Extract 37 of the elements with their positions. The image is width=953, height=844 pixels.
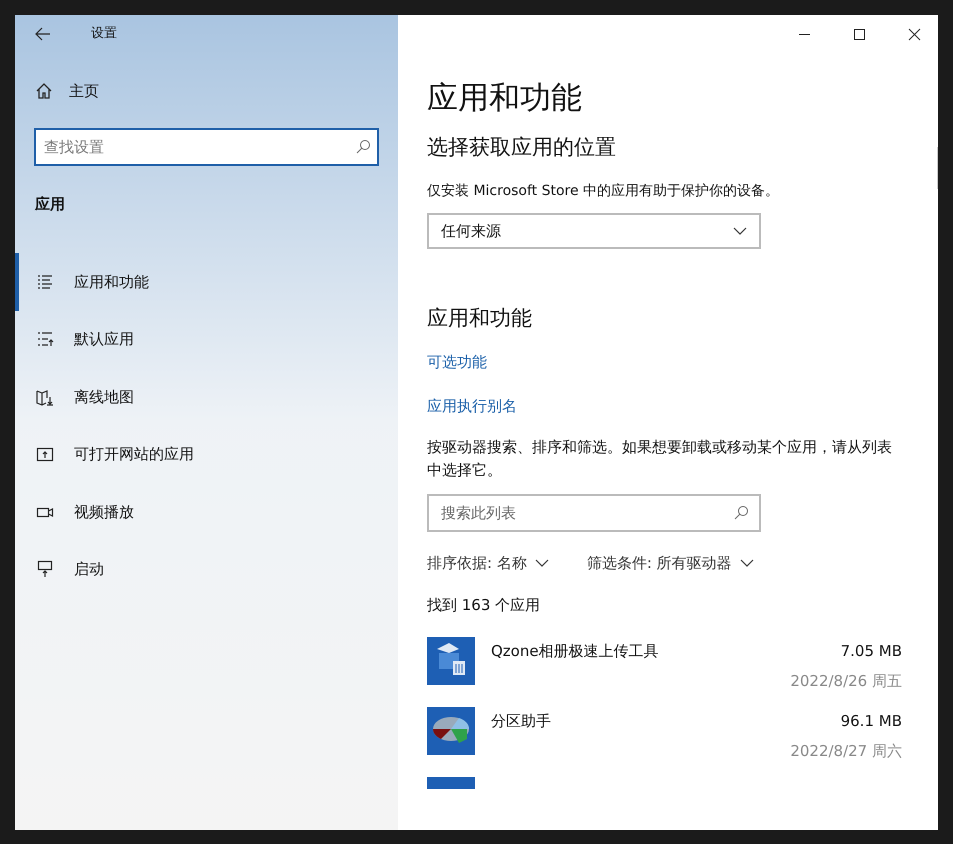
chevron-down-icon: [534, 559, 549, 567]
app-row[interactable]: 分区助手 96.1 MB 2022/8/27 周六: [427, 706, 902, 763]
list-arrow-icon: [36, 330, 54, 348]
search-icon: [355, 138, 371, 154]
list-icon: [36, 272, 54, 291]
nav-item[interactable]: 启动: [15, 540, 398, 598]
nav-item[interactable]: 视频播放: [15, 483, 398, 540]
list-search-field[interactable]: 搜索此列表: [427, 494, 761, 532]
home-icon: [35, 82, 53, 100]
chevron-down-icon: [733, 227, 747, 236]
hint-text: 按驱动器搜索、排序和筛选。如果想要卸载或移动某个应用，请从列表中选择它。: [427, 436, 893, 481]
app-count: 找到 163 个应用: [427, 595, 542, 616]
app-row[interactable]: Qzone相册极速上传工具 7.05 MB 2022/8/26 周五: [427, 636, 902, 693]
app-icon: [427, 636, 475, 685]
source-dropdown[interactable]: 任何来源: [427, 213, 761, 250]
section-heading: 应用和功能: [427, 305, 533, 332]
search-icon: [733, 504, 749, 521]
nav-item[interactable]: 可打开网站的应用: [15, 426, 398, 483]
nav-item[interactable]: 离线地图: [15, 368, 398, 426]
section-description: 仅安装 Microsoft Store 中的应用有助于保护你的设备。: [427, 182, 780, 202]
window-title: 设置: [91, 25, 117, 44]
section-heading: 选择获取应用的位置: [427, 134, 617, 161]
page-title: 应用和功能: [427, 79, 583, 118]
link[interactable]: 应用执行别名: [427, 395, 517, 418]
home-link[interactable]: 主页: [35, 80, 99, 102]
monitor-arrow-icon: [36, 560, 54, 578]
map-icon: [36, 388, 54, 406]
nav-item[interactable]: 默认应用: [15, 310, 398, 368]
filter-dropdown[interactable]: 筛选条件: 所有驱动器: [586, 552, 754, 574]
back-arrow-icon[interactable]: [35, 27, 51, 41]
search-field[interactable]: 查找设置: [34, 128, 379, 166]
app-icon: [427, 776, 475, 789]
section-heading: 应用: [35, 194, 66, 214]
chevron-down-icon: [740, 559, 754, 567]
link[interactable]: 可选功能: [427, 350, 487, 374]
app-icon: [427, 706, 475, 755]
sort-dropdown[interactable]: 排序依据: 名称: [427, 552, 549, 574]
